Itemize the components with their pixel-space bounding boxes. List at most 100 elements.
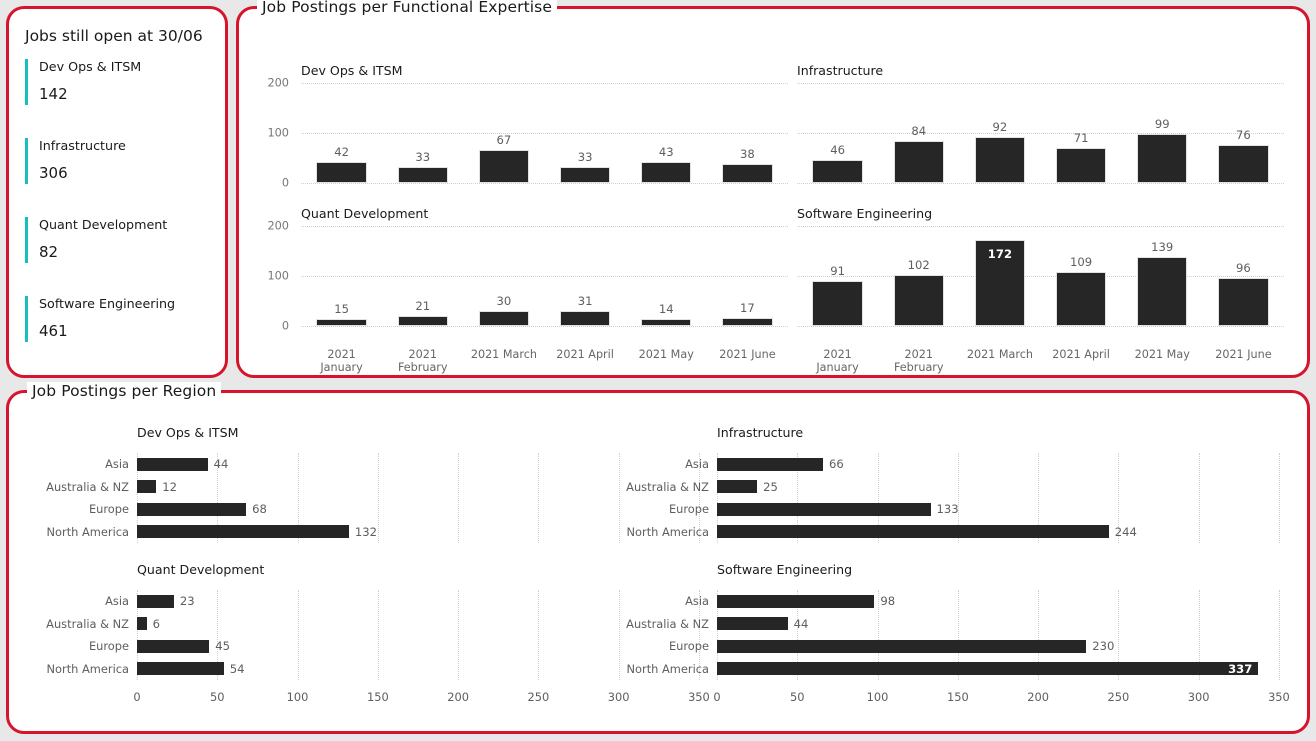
bar-value-label: 43 <box>658 144 674 159</box>
bar-value-label: 6 <box>152 616 161 631</box>
bar-value-label: 54 <box>229 661 245 676</box>
gridline <box>301 326 788 327</box>
bar-value-label: 66 <box>828 457 844 472</box>
kpi-card[interactable]: Infrastructure 306 <box>25 136 215 215</box>
gridline <box>797 183 1284 184</box>
bar[interactable] <box>137 457 208 471</box>
x-axis-tick: 200 <box>447 690 469 704</box>
category-label: Australia & NZ <box>626 479 709 494</box>
bar[interactable] <box>1218 278 1269 326</box>
horizontal-bar-chart: Software Engineering 0 50 100 150 200 250 300 35… <box>626 562 1295 704</box>
bar[interactable] <box>137 639 210 653</box>
x-axis-tick: 300 <box>1187 690 1210 704</box>
bar[interactable] <box>137 617 147 631</box>
kpi-accent-bar <box>25 59 28 105</box>
bar[interactable] <box>717 525 1109 539</box>
bar[interactable] <box>717 502 931 516</box>
category-label: North America <box>46 661 129 676</box>
bar-chart: Infrastructure 46 84 92 71 99 76 <box>797 63 1284 184</box>
bar-value-label: 38 <box>740 147 755 161</box>
bar[interactable] <box>397 166 448 183</box>
bar[interactable] <box>717 662 1259 676</box>
bar[interactable] <box>1137 133 1188 183</box>
bar[interactable] <box>722 317 773 326</box>
bar-value-label: 33 <box>415 149 431 164</box>
gridline <box>1198 453 1200 543</box>
bar[interactable] <box>559 310 611 326</box>
gridline <box>1278 590 1280 680</box>
category-label: Asia <box>685 457 709 472</box>
bar-value-label: 46 <box>830 143 845 157</box>
bar-value-label: 17 <box>740 300 755 315</box>
bar-value-label: 337 <box>1228 661 1253 676</box>
functional-expertise-charts: Dev Ops & ITSM 0 100 200 42 33 67 33 43 38 Infrast… <box>239 9 1307 375</box>
gridline <box>301 276 788 277</box>
bar[interactable] <box>1218 145 1269 183</box>
kpi-value: 142 <box>39 84 68 103</box>
bar[interactable] <box>812 160 863 183</box>
bar[interactable] <box>717 480 758 494</box>
bar[interactable] <box>717 594 875 608</box>
bar-value-label: 14 <box>658 302 674 316</box>
kpi-accent-bar <box>25 217 28 263</box>
kpi-value: 461 <box>39 321 68 340</box>
bar-chart: Quant Development 0 100 200 15 2021 January 21… <box>267 206 788 374</box>
bar-value-label: 98 <box>880 594 896 609</box>
chart-subtitle: Dev Ops & ITSM <box>137 425 239 440</box>
kpi-accent-bar <box>25 138 28 184</box>
bar[interactable] <box>641 319 692 326</box>
x-axis-tick: 350 <box>1268 690 1290 704</box>
gridline <box>797 276 1284 277</box>
bar-value-label: 30 <box>496 294 512 308</box>
bar[interactable] <box>1055 147 1107 183</box>
bar[interactable] <box>1137 256 1188 326</box>
bar[interactable] <box>974 137 1026 183</box>
bar[interactable] <box>893 275 944 326</box>
bar[interactable] <box>316 162 367 183</box>
bar-value-label: 33 <box>577 149 593 164</box>
kpi-label: Dev Ops & ITSM <box>39 59 142 74</box>
bar[interactable] <box>641 161 692 183</box>
bar[interactable] <box>137 480 157 494</box>
x-axis-tick: 150 <box>366 690 389 704</box>
bar[interactable] <box>397 315 448 326</box>
bar[interactable] <box>722 164 773 183</box>
bar[interactable] <box>1055 271 1107 326</box>
gridline <box>797 326 1284 327</box>
jobs-still-open-panel: Jobs still open at 30/06 Dev Ops & ITSM 1… <box>6 6 228 378</box>
dashboard-root: Jobs still open at 30/06 Dev Ops & ITSM 1… <box>0 0 1316 741</box>
gridline <box>301 133 788 134</box>
bar[interactable] <box>893 141 944 183</box>
chart-subtitle: Infrastructure <box>797 63 884 78</box>
y-axis-tick: 100 <box>267 126 289 140</box>
kpi-card[interactable]: Dev Ops & ITSM 142 <box>25 57 215 136</box>
bar[interactable] <box>137 662 224 676</box>
chart-subtitle: Dev Ops & ITSM <box>301 63 403 78</box>
chart-subtitle: Quant Development <box>301 206 429 221</box>
bar-value-label: 244 <box>1114 524 1137 539</box>
x-axis-tick: 300 <box>607 690 630 704</box>
bar[interactable] <box>812 280 863 326</box>
job-postings-per-region-panel: Job Postings per Region Dev Ops & ITSM 44… <box>6 382 1310 734</box>
bar[interactable] <box>137 594 174 608</box>
bar[interactable] <box>717 457 823 471</box>
kpi-card[interactable]: Quant Development 82 <box>25 215 215 294</box>
x-axis-tick: 50 <box>210 690 225 704</box>
gridline <box>301 226 788 227</box>
gridline <box>458 453 460 543</box>
bar[interactable] <box>478 311 530 326</box>
kpi-card[interactable]: Software Engineering 461 <box>25 294 215 373</box>
bar[interactable] <box>717 617 788 631</box>
bar[interactable] <box>316 318 367 326</box>
bar[interactable] <box>559 166 611 183</box>
y-axis-tick: 0 <box>281 176 289 190</box>
bar-value-label: 102 <box>907 258 930 272</box>
bar[interactable] <box>137 502 247 516</box>
bar[interactable] <box>717 639 1087 653</box>
bar-value-label: 21 <box>415 298 431 313</box>
kpi-panel-title: Jobs still open at 30/06 <box>25 27 203 45</box>
bar-value-label: 91 <box>830 263 845 278</box>
bar[interactable] <box>137 525 349 539</box>
chart-subtitle: Quant Development <box>137 562 265 577</box>
bar[interactable] <box>478 149 530 183</box>
